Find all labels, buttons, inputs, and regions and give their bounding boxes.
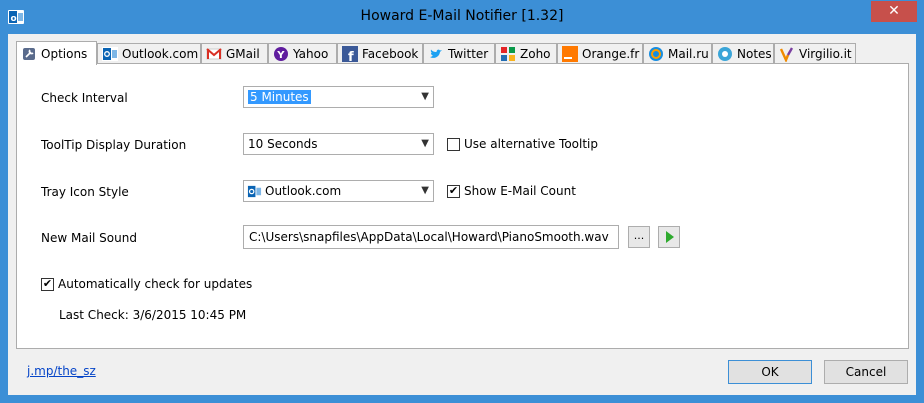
- checkbox-box[interactable]: [447, 137, 460, 151]
- options-panel: Check Interval 5 Minutes ▼ ToolTip Displ…: [16, 63, 909, 349]
- tab-label: Options: [41, 46, 88, 61]
- show-count-label: Show E-Mail Count: [464, 184, 576, 198]
- alt-tooltip-checkbox[interactable]: Use alternative Tooltip: [447, 137, 598, 151]
- wrench-icon: [23, 47, 35, 60]
- tab-twitter[interactable]: Twitter: [423, 43, 495, 63]
- outlook-icon: [102, 46, 118, 61]
- close-button[interactable]: ✕: [871, 1, 917, 22]
- tray-icon-label: Tray Icon Style: [41, 185, 129, 199]
- tab-outlook[interactable]: Outlook.com: [97, 43, 201, 63]
- svg-text:f: f: [348, 50, 354, 62]
- gmail-icon: [206, 47, 222, 59]
- tab-label: Mail.ru: [668, 46, 709, 61]
- tray-icon-dropdown[interactable]: Outlook.com ▼: [243, 180, 434, 202]
- alt-tooltip-label: Use alternative Tooltip: [464, 137, 598, 151]
- checkbox-box[interactable]: ✔: [41, 277, 54, 291]
- zoho-icon: [501, 46, 515, 61]
- tab-label: Facebook: [362, 46, 419, 61]
- window-title: Howard E-Mail Notifier [1.32]: [360, 8, 564, 24]
- client-area: Options Outlook.com GMail Y Yahoo f Face…: [8, 34, 916, 395]
- tab-orange[interactable]: Orange.fr: [557, 43, 643, 63]
- chevron-down-icon: ▼: [421, 138, 429, 149]
- chevron-down-icon: ▼: [421, 185, 429, 196]
- tab-zoho[interactable]: Zoho: [495, 43, 557, 63]
- cancel-button[interactable]: Cancel: [824, 360, 908, 384]
- tooltip-duration-label: ToolTip Display Duration: [41, 138, 187, 152]
- check-interval-dropdown[interactable]: 5 Minutes ▼: [243, 86, 434, 108]
- tab-facebook[interactable]: f Facebook: [337, 43, 423, 63]
- tab-label: GMail: [226, 46, 260, 61]
- browse-button[interactable]: ...: [628, 226, 650, 248]
- facebook-icon: f: [342, 45, 358, 62]
- twitter-icon: [430, 49, 442, 58]
- tab-label: Zoho: [520, 46, 551, 61]
- svg-text:Y: Y: [276, 50, 285, 61]
- tab-options[interactable]: Options: [16, 41, 97, 65]
- chevron-down-icon: ▼: [421, 91, 429, 102]
- ok-button[interactable]: OK: [728, 360, 812, 384]
- auto-update-checkbox[interactable]: ✔ Automatically check for updates: [41, 277, 252, 291]
- yahoo-icon: Y: [274, 46, 288, 61]
- check-interval-label: Check Interval: [41, 91, 128, 105]
- tab-notes[interactable]: Notes: [712, 43, 774, 63]
- tab-label: Outlook.com: [122, 46, 199, 61]
- tab-yahoo[interactable]: Y Yahoo: [268, 43, 337, 63]
- tab-label: Notes: [737, 46, 772, 61]
- sound-label: New Mail Sound: [41, 231, 137, 245]
- checkbox-box[interactable]: ✔: [447, 184, 460, 198]
- last-check-text: Last Check: 3/6/2015 10:45 PM: [59, 308, 247, 322]
- notes-icon: [718, 46, 732, 61]
- show-count-checkbox[interactable]: ✔ Show E-Mail Count: [447, 184, 576, 198]
- virgilio-icon: [779, 46, 794, 62]
- tab-virgilio[interactable]: Virgilio.it: [774, 43, 856, 63]
- check-interval-value: 5 Minutes: [248, 90, 311, 104]
- tab-label: Twitter: [448, 46, 489, 61]
- tab-label: Virgilio.it: [799, 46, 852, 61]
- play-icon: [666, 231, 674, 243]
- tab-gmail[interactable]: GMail: [201, 43, 268, 63]
- tab-label: Orange.fr: [582, 46, 640, 61]
- app-window: o Howard E-Mail Notifier [1.32] ✕ Option…: [0, 0, 924, 403]
- tab-mailru[interactable]: Mail.ru: [643, 43, 712, 63]
- orange-icon: [562, 45, 578, 62]
- title-bar[interactable]: o Howard E-Mail Notifier [1.32] ✕: [1, 1, 923, 34]
- sound-path-field[interactable]: C:\Users\snapfiles\AppData\Local\Howard\…: [243, 225, 619, 249]
- mailru-icon: [649, 46, 663, 61]
- tooltip-duration-value: 10 Seconds: [248, 137, 318, 151]
- auto-update-label: Automatically check for updates: [58, 277, 253, 291]
- play-button[interactable]: [658, 226, 680, 248]
- tray-icon-value: Outlook.com: [265, 184, 342, 198]
- tooltip-duration-dropdown[interactable]: 10 Seconds ▼: [243, 133, 434, 155]
- outlook-icon: [247, 184, 262, 199]
- website-link[interactable]: j.mp/the_sz: [27, 364, 96, 378]
- tab-label: Yahoo: [293, 46, 329, 61]
